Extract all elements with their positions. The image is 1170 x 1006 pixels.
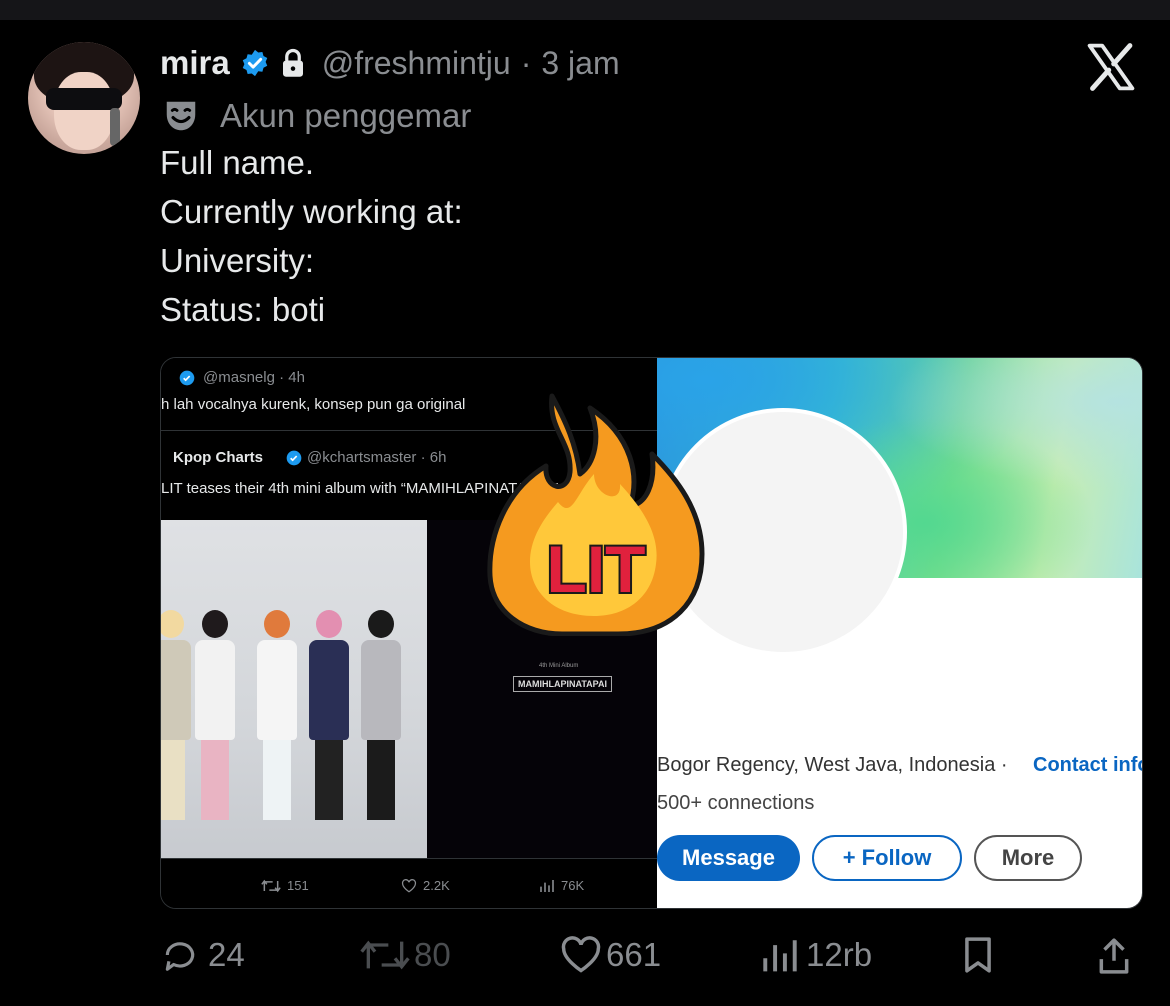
repost-button[interactable]: 80 [360,936,451,974]
lock-icon [282,48,303,77]
verified-badge-icon [242,49,267,77]
repost-icon [360,940,410,970]
views-button[interactable]: 12rb [760,936,872,974]
reply-handle: @masnelg · 4h [203,369,305,386]
avatar-face [54,72,114,150]
user-handle[interactable]: @freshmintju [322,45,511,82]
account-label: Akun penggemar [162,93,471,139]
photo-person [309,610,349,820]
reply-icon [165,942,195,971]
avatar[interactable] [28,42,140,154]
small-repost: 151 [261,878,309,893]
views-count: 12rb [806,936,873,973]
more-button: More [974,835,1082,881]
contact-info-link: Contact info [1033,754,1143,776]
top-bar [0,0,1170,20]
bio-line-status: Status: boti [160,291,326,328]
like-count: 661 [606,936,662,973]
redaction [657,658,1127,748]
divider [161,858,657,859]
tweet-time[interactable]: 3 jam [541,45,619,82]
avatar-sunglasses [46,88,122,110]
like-button[interactable]: 661 [560,936,661,974]
reply-count: 24 [208,936,245,973]
fire-sticker-icon: LIT [487,393,705,636]
bio-line-full-name: Full name. [160,144,315,181]
screenshot-profile-panel: Bogor Regency, West Java, Indonesia · Co… [657,358,1142,908]
bio-line-university: University: [160,242,315,279]
verified-badge-icon [286,450,302,466]
photo-person [195,610,235,820]
x-logo-icon [1087,43,1135,91]
bookmark-icon [965,937,991,973]
bio-line-working: Currently working at: [160,193,463,230]
views-icon [540,879,554,892]
connections-count: 500+ connections [657,792,815,814]
header-separator: · [520,44,532,81]
sticker-text: LIT [547,532,646,606]
quoted-handle: @kchartsmaster · 6h [307,449,447,466]
views-icon [763,940,797,972]
bookmark-button[interactable] [960,936,996,974]
tweet-actions: 24 80 661 12rb [160,936,1140,980]
theater-mask-icon [166,101,196,131]
verified-badge-icon [179,370,195,386]
share-icon [1099,938,1129,974]
reply-text: h lah vocalnya kurenk, konsep pun ga ori… [161,396,466,413]
share-button[interactable] [1095,936,1133,976]
photo-person [361,610,401,820]
poster-title: MAMIHLAPINATAPAI [513,676,612,692]
avatar-earring [110,108,120,146]
like-icon [401,878,417,892]
small-views-count: 76K [561,878,585,893]
location-text: Bogor Regency, West Java, Indonesia · [657,754,1008,776]
small-repost-count: 151 [287,878,309,893]
poster-subtitle: 4th Mini Album [539,663,579,669]
display-name[interactable]: mira [160,44,230,82]
small-views: 76K [539,878,584,893]
repost-icon [261,879,281,892]
small-like: 2.2K [401,878,450,893]
message-button: Message [657,835,800,881]
account-label-text: Akun penggemar [220,97,472,134]
small-like-count: 2.2K [423,878,450,893]
quoted-name: Kpop Charts [173,449,263,466]
photo-person [257,610,297,820]
like-icon [561,936,601,973]
group-photo [161,520,427,858]
photo-person [161,610,191,820]
repost-count: 80 [414,936,451,973]
reply-button[interactable]: 24 [160,936,245,974]
follow-button: + Follow [812,835,962,881]
tweet-header: mira @freshmintju · 3 jam [160,40,620,86]
